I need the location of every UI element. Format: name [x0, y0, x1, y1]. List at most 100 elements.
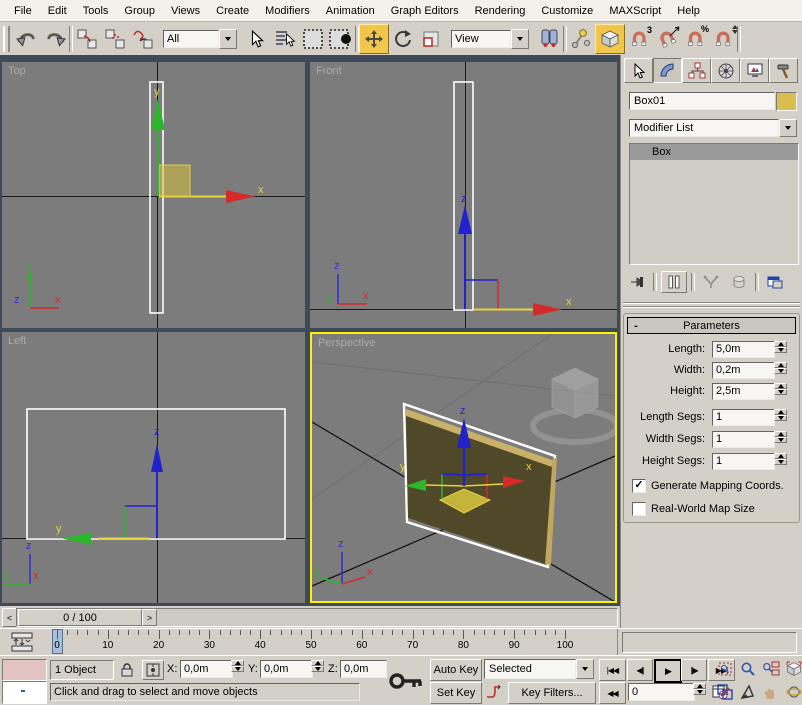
tab-display[interactable]: [740, 58, 769, 83]
set-key-button[interactable]: Set Key: [430, 682, 482, 704]
spinner-snap-toggle[interactable]: [709, 25, 737, 53]
menu-rendering[interactable]: Rendering: [467, 3, 534, 19]
generate-mapping-checkbox[interactable]: ✓: [632, 479, 646, 493]
show-end-result-button[interactable]: [661, 271, 687, 293]
menu-help[interactable]: Help: [669, 3, 708, 19]
modifier-stack[interactable]: Box: [629, 143, 799, 265]
tab-utilities[interactable]: [769, 58, 798, 83]
menu-create[interactable]: Create: [208, 3, 257, 19]
default-in-out-tangents-button[interactable]: [484, 682, 504, 702]
percent-snap-toggle[interactable]: %: [681, 25, 709, 53]
snaps-3d-button[interactable]: 3: [625, 25, 653, 53]
width-field[interactable]: 0,2m: [712, 362, 775, 379]
length-spinner[interactable]: [774, 341, 787, 358]
time-slider-prev-button[interactable]: <: [2, 608, 17, 627]
pin-stack-button[interactable]: [627, 272, 649, 292]
snaps-toggle-button[interactable]: [595, 24, 625, 54]
unlink-selection-icon[interactable]: [101, 25, 129, 53]
maxscript-mini-listener-white[interactable]: [2, 681, 47, 704]
select-object-button[interactable]: [243, 25, 271, 53]
select-and-scale-button[interactable]: [417, 25, 445, 53]
menu-customize[interactable]: Customize: [533, 3, 601, 19]
rectangular-selection-region-button[interactable]: [299, 25, 327, 53]
field-of-view-button[interactable]: [714, 659, 736, 679]
auto-key-button[interactable]: Auto Key: [430, 659, 482, 681]
toolbar-grip[interactable]: [3, 26, 10, 52]
selection-lock-toggle[interactable]: [118, 660, 136, 678]
arc-rotate-button[interactable]: [783, 682, 802, 702]
current-frame-field[interactable]: 0: [628, 683, 695, 701]
object-color-swatch[interactable]: [776, 92, 797, 111]
maxscript-mini-listener-pink[interactable]: [2, 659, 47, 681]
height-segs-spinner[interactable]: [774, 453, 787, 470]
time-slider-next-button[interactable]: >: [142, 609, 157, 626]
select-and-rotate-button[interactable]: [389, 25, 417, 53]
length-segs-spinner[interactable]: [774, 409, 787, 426]
viewport-perspective[interactable]: z x y z x y Perspective: [310, 332, 617, 603]
viewcube[interactable]: [533, 368, 615, 442]
viewport-left[interactable]: z y z y x Left: [2, 332, 305, 603]
viewport-front[interactable]: z x z x y Front: [310, 62, 617, 328]
height-field[interactable]: 2,5m: [712, 383, 775, 400]
real-world-checkbox[interactable]: [632, 502, 646, 516]
time-slider-thumb[interactable]: 0 / 100: [18, 609, 142, 626]
make-unique-button[interactable]: [699, 272, 723, 292]
pan-view-button[interactable]: [760, 682, 782, 702]
absolute-mode-transform-toggle[interactable]: [142, 660, 164, 680]
y-coord-spinner[interactable]: [311, 660, 324, 678]
menu-views[interactable]: Views: [163, 3, 208, 19]
selection-filter-arrow[interactable]: [219, 29, 237, 49]
open-mini-curve-editor-button[interactable]: [4, 631, 46, 653]
modifier-list-dropdown[interactable]: Modifier List: [629, 119, 797, 137]
y-coord-field[interactable]: 0,0m: [260, 660, 313, 678]
move-gizmo-top[interactable]: y x: [151, 86, 264, 203]
menu-group[interactable]: Group: [116, 3, 163, 19]
use-pivot-point-center-button[interactable]: [535, 25, 563, 53]
width-spinner[interactable]: [774, 362, 787, 379]
selection-set-arrow[interactable]: [576, 659, 594, 679]
length-field[interactable]: 5,0m: [712, 341, 775, 358]
time-slider-track[interactable]: 0 / 100 >: [16, 608, 618, 627]
menu-modifiers[interactable]: Modifiers: [257, 3, 318, 19]
key-mode-toggle[interactable]: ◀◀: [599, 682, 626, 704]
height-segs-field[interactable]: 1: [712, 453, 775, 470]
maximize-viewport-toggle[interactable]: [714, 682, 736, 702]
menu-tools[interactable]: Tools: [75, 3, 117, 19]
rollout-collapse-button[interactable]: -: [628, 320, 644, 332]
selection-set-dropdown[interactable]: Selected: [484, 659, 594, 679]
object-name-field[interactable]: Box01: [629, 92, 775, 110]
previous-frame-button[interactable]: ◀||: [627, 659, 653, 681]
tab-create[interactable]: [624, 58, 653, 83]
select-and-move-button[interactable]: [359, 24, 389, 54]
configure-modifier-sets-button[interactable]: [763, 272, 787, 292]
bind-to-space-warp-icon[interactable]: [129, 25, 157, 53]
move-gizmo-front[interactable]: z x: [458, 193, 572, 316]
z-coord-field[interactable]: 0,0m: [340, 660, 387, 678]
select-by-name-button[interactable]: [271, 25, 299, 53]
zoom-button[interactable]: [737, 659, 759, 679]
select-and-link-icon[interactable]: [73, 25, 101, 53]
width-segs-field[interactable]: 1: [712, 431, 775, 448]
zoom-extents-button[interactable]: [783, 659, 802, 679]
key-filters-button[interactable]: Key Filters...: [508, 682, 596, 704]
menu-animation[interactable]: Animation: [318, 3, 383, 19]
width-segs-spinner[interactable]: [774, 431, 787, 448]
length-segs-field[interactable]: 1: [712, 409, 775, 426]
redo-button[interactable]: [41, 25, 69, 53]
play-button[interactable]: ▶: [654, 659, 682, 683]
coord-system-arrow[interactable]: [511, 29, 529, 49]
modifier-list-arrow[interactable]: [779, 119, 797, 137]
reference-coord-system-dropdown[interactable]: View: [451, 29, 529, 49]
zoom-all-button[interactable]: [760, 659, 782, 679]
height-spinner[interactable]: [774, 383, 787, 400]
tab-motion[interactable]: [711, 58, 740, 83]
x-coord-spinner[interactable]: [231, 660, 244, 678]
viewport-top[interactable]: y x y x z Top: [2, 62, 305, 328]
angle-snap-toggle[interactable]: [653, 25, 681, 53]
undo-button[interactable]: [13, 25, 41, 53]
tab-modify[interactable]: [653, 58, 682, 83]
menu-file[interactable]: File: [6, 3, 40, 19]
tab-hierarchy[interactable]: [682, 58, 711, 83]
menu-maxscript[interactable]: MAXScript: [601, 3, 669, 19]
parameters-rollout-header[interactable]: - Parameters: [627, 317, 796, 334]
